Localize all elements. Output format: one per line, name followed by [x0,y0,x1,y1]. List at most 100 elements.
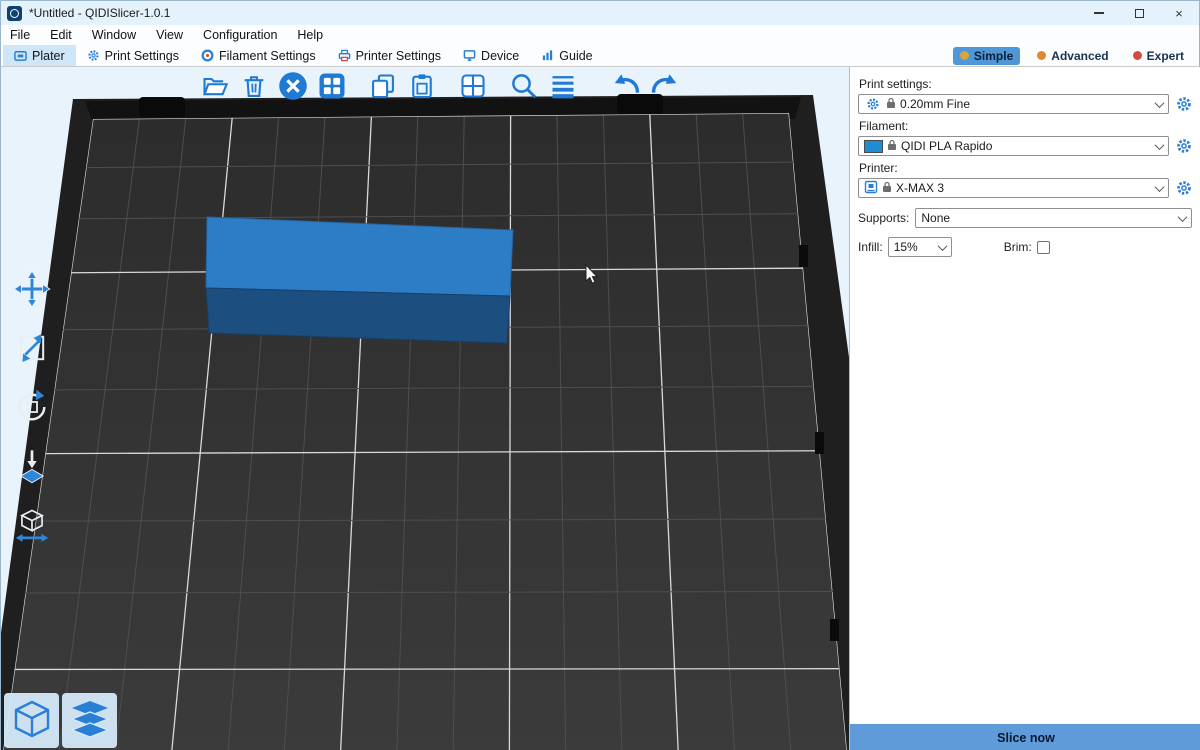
expert-mode-dot [1133,51,1142,60]
tab-label: Printer Settings [356,49,441,63]
move-icon [13,270,51,311]
advanced-mode-dot [1037,51,1046,60]
bed-side-notch [830,619,839,641]
supports-select[interactable]: None [915,208,1192,228]
tab-printer-settings[interactable]: Printer Settings [327,45,452,66]
printer-value: X-MAX 3 [896,181,1152,195]
search-button[interactable] [506,69,542,105]
layers-view-icon [67,697,113,744]
delete-all-button[interactable] [275,69,311,105]
tab-device[interactable]: Device [452,45,530,66]
redo-icon [649,70,681,105]
measure-icon [13,506,51,547]
viewport-3d[interactable] [1,67,849,750]
tab-label: Device [481,49,519,63]
minimize-icon [1094,12,1104,14]
filament-select[interactable]: QIDI PLA Rapido [858,136,1169,156]
app-icon [7,6,22,21]
mode-label: Simple [974,49,1013,63]
split-button[interactable] [455,69,491,105]
measure-button[interactable] [9,503,55,549]
supports-label: Supports: [858,211,909,225]
minimize-button[interactable] [1079,1,1119,25]
infill-select[interactable]: 15% [888,237,952,257]
filament-value: QIDI PLA Rapido [901,139,1152,153]
tab-plater[interactable]: Plater [3,45,76,66]
menu-bar: File Edit Window View Configuration Help [1,25,1199,45]
place-on-face-button[interactable] [9,444,55,490]
open-button[interactable] [197,69,233,105]
layer-height-icon [549,72,577,103]
scale-button[interactable] [9,326,55,372]
object-toolbar [197,69,683,105]
paste-button[interactable] [404,69,440,105]
layer-height-button[interactable] [545,69,581,105]
mode-expert[interactable]: Expert [1126,47,1191,65]
print-settings-value: 0.20mm Fine [900,97,1152,111]
print-settings-edit-button[interactable] [1175,95,1193,113]
scale-icon [13,329,51,370]
layers-view-button[interactable] [62,693,117,748]
bed-clip-tab [139,97,185,117]
redo-button[interactable] [647,69,683,105]
print-settings-icon [87,49,100,62]
settings-sidebar: Print settings: 0.20mm Fine Filament: [849,67,1200,750]
device-icon [463,49,476,62]
delete-all-icon [278,71,308,104]
copy-button[interactable] [365,69,401,105]
title-bar: *Untitled - QIDISlicer-1.0.1 × [1,1,1199,25]
menu-configuration[interactable]: Configuration [203,28,277,42]
menu-help[interactable]: Help [297,28,323,42]
place-on-face-icon [13,447,51,488]
tab-print-settings[interactable]: Print Settings [76,45,190,66]
lock-icon [882,181,892,196]
arrange-icon [317,71,347,104]
rotate-button[interactable] [9,385,55,431]
tab-filament-settings[interactable]: Filament Settings [190,45,327,66]
printer-settings-icon [338,49,351,62]
menu-view[interactable]: View [156,28,183,42]
filament-edit-button[interactable] [1175,137,1193,155]
menu-file[interactable]: File [10,28,30,42]
infill-value: 15% [894,240,935,254]
tab-bar: Plater Print Settings Filament Settings … [1,45,1199,67]
model-top-face[interactable] [206,217,513,296]
simple-mode-dot [960,51,969,60]
view-toolbar [4,693,117,748]
slice-now-button[interactable]: Slice now [850,724,1200,750]
print-settings-label: Print settings: [859,77,1193,91]
open-folder-icon [201,72,229,103]
tab-label: Filament Settings [219,49,316,63]
tab-label: Guide [559,49,592,63]
delete-button[interactable] [236,69,272,105]
lock-icon [887,139,897,154]
menu-window[interactable]: Window [92,28,136,42]
print-bed [1,67,849,750]
close-button[interactable]: × [1159,1,1199,25]
infill-label: Infill: [858,240,883,254]
brim-label: Brim: [1004,240,1032,254]
paste-icon [408,72,436,103]
brim-checkbox[interactable] [1037,241,1050,254]
bed-surface [3,113,847,750]
lock-icon [886,97,896,112]
maximize-button[interactable] [1119,1,1159,25]
bed-side-notch [815,432,824,454]
arrange-button[interactable] [314,69,350,105]
3d-view-button[interactable] [4,693,59,748]
undo-button[interactable] [608,69,644,105]
model-front-face[interactable] [206,288,510,343]
chevron-down-icon [1155,182,1165,192]
move-button[interactable] [9,267,55,313]
filament-label: Filament: [859,119,1193,133]
bed-side-notch [799,245,808,267]
filament-color-swatch [864,140,883,153]
printer-select[interactable]: X-MAX 3 [858,178,1169,198]
print-settings-select[interactable]: 0.20mm Fine [858,94,1169,114]
mode-simple[interactable]: Simple [953,47,1020,65]
mode-advanced[interactable]: Advanced [1030,47,1115,65]
menu-edit[interactable]: Edit [50,28,72,42]
printer-edit-button[interactable] [1175,179,1193,197]
search-icon [509,71,539,104]
tab-guide[interactable]: Guide [530,45,603,66]
